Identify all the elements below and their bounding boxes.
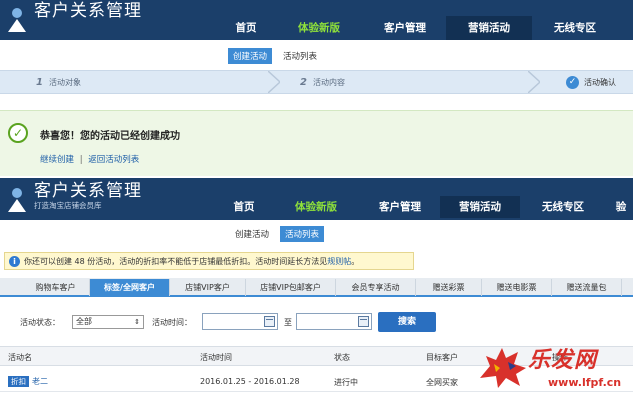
nav-customer-management[interactable]: 客户管理 bbox=[364, 16, 446, 40]
app-subtitle: 打造淘宝店铺会员库 bbox=[34, 201, 102, 210]
col-activity-time: 活动时间 bbox=[200, 353, 232, 362]
tab-data-package[interactable]: 赠送流量包 bbox=[552, 279, 622, 296]
continue-create-link[interactable]: 继续创建 bbox=[40, 155, 74, 165]
status-select[interactable]: 全部 ⇕ bbox=[72, 315, 144, 329]
subnav-create-activity[interactable]: 创建活动 bbox=[230, 226, 274, 242]
col-status: 状态 bbox=[334, 353, 350, 362]
step-label: 活动内容 bbox=[312, 77, 345, 87]
target-cell: 全网买家 bbox=[426, 378, 458, 387]
info-icon: i bbox=[9, 255, 20, 267]
app-title: 客户关系管理 bbox=[34, 1, 142, 21]
main-nav: 首页 体验新版 客户管理 营销活动 无线专区 验 bbox=[216, 196, 633, 218]
chevron-right-icon bbox=[528, 71, 540, 93]
status-label: 活动状态： bbox=[20, 318, 60, 327]
sub-nav: 创建活动 活动列表 bbox=[228, 48, 328, 64]
step-number: 2 bbox=[300, 76, 307, 88]
tab-cart-customers[interactable]: 购物车客户 bbox=[22, 279, 90, 296]
subnav-activity-list[interactable]: 活动列表 bbox=[278, 48, 322, 64]
activity-time-cell: 2016.01.25 - 2016.01.28 bbox=[200, 377, 300, 386]
subnav-activity-list[interactable]: 活动列表 bbox=[280, 226, 325, 242]
check-icon: ✓ bbox=[8, 123, 28, 143]
chevron-right-icon bbox=[268, 71, 280, 93]
person-logo-icon bbox=[8, 8, 26, 32]
calendar-icon[interactable] bbox=[264, 316, 275, 327]
watermark: 乐发网 www.lfpf.cn bbox=[476, 332, 633, 404]
app-header: 客户关系管理 首页 体验新版 客户管理 营销活动 无线专区 bbox=[0, 0, 633, 40]
nav-home[interactable]: 首页 bbox=[216, 196, 272, 218]
tab-member-exclusive[interactable]: 会员专享活动 bbox=[336, 279, 416, 296]
rules-link[interactable]: 规则帖 bbox=[327, 256, 351, 267]
back-to-list-link[interactable]: 返回活动列表 bbox=[88, 155, 139, 165]
notice-text: 你还可以创建 48 份活动，活动的折扣率不能低于店铺最低折扣。活动时间延长方法见 bbox=[24, 256, 328, 266]
watermark-url: www.lfpf.cn bbox=[548, 376, 622, 389]
step-number: 1 bbox=[36, 76, 43, 88]
app-header-2: 客户关系管理 打造淘宝店铺会员库 首页 体验新版 客户管理 营销活动 无线专区 … bbox=[0, 178, 633, 220]
sub-nav: 创建活动 活动列表 bbox=[230, 226, 330, 242]
nav-customer-management[interactable]: 客户管理 bbox=[360, 196, 440, 218]
tab-movie-ticket[interactable]: 赠送电影票 bbox=[482, 279, 552, 296]
success-links: 继续创建 | 返回活动列表 bbox=[40, 153, 139, 165]
calendar-icon[interactable] bbox=[358, 316, 369, 327]
to-label: 至 bbox=[284, 318, 292, 327]
tab-lottery[interactable]: 赠送彩票 bbox=[416, 279, 482, 296]
activity-name-cell: 折扣 老二 bbox=[8, 376, 48, 387]
person-logo-icon bbox=[8, 188, 26, 212]
link-separator: | bbox=[79, 155, 83, 165]
tab-vip-customers[interactable]: 店铺VIP客户 bbox=[170, 279, 246, 296]
subnav-create-activity[interactable]: 创建活动 bbox=[228, 48, 273, 64]
col-activity-name: 活动名 bbox=[8, 353, 32, 362]
status-cell: 进行中 bbox=[334, 378, 358, 387]
step-3: ✓ 活动确认 bbox=[566, 71, 616, 93]
nav-marketing[interactable]: 营销活动 bbox=[446, 16, 532, 40]
step-1: 1 活动对象 bbox=[36, 71, 81, 93]
step-2: 2 活动内容 bbox=[300, 71, 345, 93]
nav-new-version[interactable]: 体验新版 bbox=[272, 196, 360, 218]
success-message: 恭喜您！您的活动已经创建成功 bbox=[40, 131, 180, 142]
nav-new-version[interactable]: 体验新版 bbox=[274, 16, 364, 40]
horse-logo-icon bbox=[480, 348, 526, 388]
customer-tabs: 购物车客户 标签/全网客户 店铺VIP客户 店铺VIP包邮客户 会员专享活动 赠… bbox=[0, 278, 633, 297]
nav-mobile[interactable]: 无线专区 bbox=[532, 16, 618, 40]
nav-mobile[interactable]: 无线专区 bbox=[520, 196, 606, 218]
discount-tag: 折扣 bbox=[8, 376, 29, 387]
watermark-text: 乐发网 bbox=[528, 347, 598, 373]
activity-name-link[interactable]: 老二 bbox=[32, 377, 48, 386]
main-nav: 首页 体验新版 客户管理 营销活动 无线专区 bbox=[218, 16, 618, 40]
nav-marketing[interactable]: 营销活动 bbox=[440, 196, 520, 218]
success-panel: ✓ 恭喜您！您的活动已经创建成功 继续创建 | 返回活动列表 bbox=[0, 110, 633, 176]
tab-tag-all-customers[interactable]: 标签/全网客户 bbox=[90, 279, 170, 296]
start-date-input[interactable] bbox=[202, 313, 278, 330]
end-date-input[interactable] bbox=[296, 313, 372, 330]
nav-cut-off[interactable]: 验 bbox=[606, 196, 633, 218]
step-label: 活动确认 bbox=[584, 77, 616, 87]
app-title: 客户关系管理 bbox=[34, 181, 142, 201]
status-select-value: 全部 bbox=[76, 317, 92, 326]
select-arrow-icon: ⇕ bbox=[134, 318, 140, 326]
search-button[interactable]: 搜索 bbox=[378, 312, 436, 332]
step-label: 活动对象 bbox=[48, 77, 81, 87]
tab-vip-free-shipping[interactable]: 店铺VIP包邮客户 bbox=[246, 279, 336, 296]
check-circle-icon: ✓ bbox=[566, 75, 579, 89]
time-label: 活动时间： bbox=[152, 318, 192, 327]
notice-bar: i 你还可以创建 48 份活动，活动的折扣率不能低于店铺最低折扣。活动时间延长方… bbox=[4, 252, 414, 270]
notice-end: 。 bbox=[351, 256, 360, 266]
nav-home[interactable]: 首页 bbox=[218, 16, 274, 40]
progress-steps: 1 活动对象 2 活动内容 ✓ 活动确认 bbox=[0, 70, 633, 94]
col-target-customers: 目标客户 bbox=[426, 353, 458, 362]
